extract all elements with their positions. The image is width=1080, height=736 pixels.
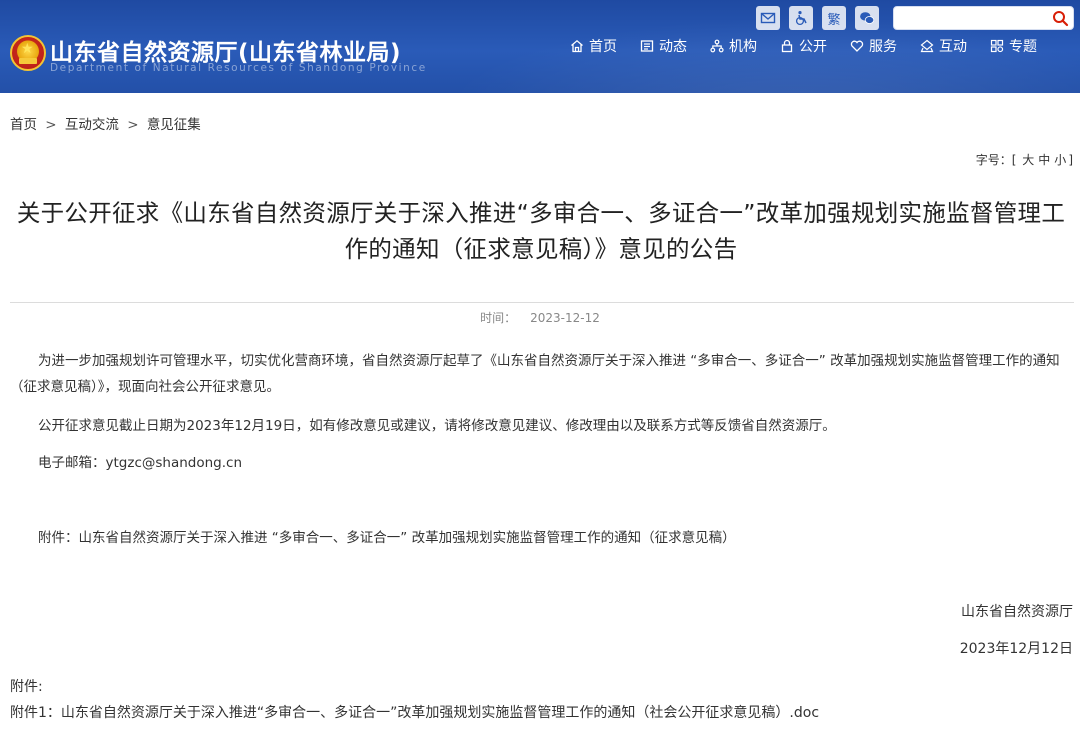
attachment-note: 附件：山东省自然资源厅关于深入推进 “多审合一、多证合一” 改革加强规划实施监督… xyxy=(38,530,736,546)
search-icon[interactable] xyxy=(1052,10,1069,27)
lock-icon xyxy=(781,39,793,53)
signature-org: 山东省自然资源厅 xyxy=(961,604,1073,620)
nav-label: 机构 xyxy=(729,39,757,55)
article-paragraph: 公开征求意见截止日期为2023年12月19日，如有修改意见或建议，请将修改意见建… xyxy=(38,418,836,434)
breadcrumb-current[interactable]: 意见征集 xyxy=(147,117,201,133)
nav-item-interact[interactable]: 互动 xyxy=(920,36,967,56)
nav-item-topic[interactable]: 专题 xyxy=(990,36,1037,56)
bracket-open: [ xyxy=(1011,153,1017,167)
news-icon xyxy=(640,40,654,52)
topic-icon xyxy=(990,39,1004,53)
nav-label: 专题 xyxy=(1009,39,1037,55)
publish-time: 时间： 2023-12-12 xyxy=(0,309,1080,326)
article-title: 关于公开征求《山东省自然资源厅关于深入推进“多审合一、多证合一”改革加强规划实施… xyxy=(16,199,1066,263)
nav-item-open[interactable]: 公开 xyxy=(780,36,827,56)
time-label: 时间： xyxy=(480,311,517,325)
search-input[interactable] xyxy=(900,9,1050,27)
interact-icon xyxy=(920,39,934,53)
font-size-small[interactable]: 小 xyxy=(1054,153,1066,167)
font-size-switcher: 字号：[ 大中小] xyxy=(976,151,1073,168)
site-subtitle: Department of Natural Resources of Shand… xyxy=(50,62,427,74)
attachment-link[interactable]: 山东省自然资源厅关于深入推进“多审合一、多证合一”改革加强规划实施监督管理工作的… xyxy=(61,705,819,721)
nav-label: 服务 xyxy=(869,39,897,55)
breadcrumb-separator: > xyxy=(45,117,57,133)
article-paragraph: 为进一步加强规划许可管理水平，切实优化营商环境，省自然资源厅起草了《山东省自然资… xyxy=(10,353,1060,395)
nav-item-service[interactable]: 服务 xyxy=(850,36,897,56)
breadcrumb-separator: > xyxy=(127,117,139,133)
wechat-icon[interactable] xyxy=(855,6,879,30)
font-size-label: 字号： xyxy=(975,153,1012,167)
nav-label: 公开 xyxy=(799,39,827,55)
font-size-medium[interactable]: 中 xyxy=(1038,153,1050,167)
attachments-heading: 附件: xyxy=(10,679,43,695)
signature-date: 2023年12月12日 xyxy=(959,641,1073,657)
site-header: ★ 山东省自然资源厅(山东省林业局) Department of Natural… xyxy=(0,0,1080,93)
nav-item-org[interactable]: 机构 xyxy=(710,36,757,56)
home-icon xyxy=(571,39,583,53)
mail-icon[interactable] xyxy=(756,6,780,30)
attachment-item: 附件1：山东省自然资源厅关于深入推进“多审合一、多证合一”改革加强规划实施监督管… xyxy=(10,702,819,722)
nav-item-home[interactable]: 首页 xyxy=(570,36,617,56)
attachment-label: 附件1： xyxy=(10,705,61,721)
main-nav: 首页 动态 机构 公开 服务 互动 专题 xyxy=(570,36,1037,56)
national-emblem-icon[interactable]: ★ xyxy=(10,35,46,71)
nav-label: 动态 xyxy=(659,39,687,55)
search-box xyxy=(893,6,1074,30)
bracket-close: ] xyxy=(1068,153,1073,167)
font-size-large[interactable]: 大 xyxy=(1022,153,1034,167)
contact-email: 电子邮箱：ytgzc@shandong.cn xyxy=(38,455,243,471)
breadcrumb: 首页 > 互动交流 > 意见征集 xyxy=(10,113,201,133)
heart-icon xyxy=(850,40,864,52)
nav-label: 互动 xyxy=(939,39,967,55)
breadcrumb-interaction[interactable]: 互动交流 xyxy=(65,117,119,133)
accessibility-icon[interactable] xyxy=(789,6,813,30)
title-divider xyxy=(10,302,1074,303)
nav-item-news[interactable]: 动态 xyxy=(640,36,687,56)
traditional-chinese-icon[interactable]: 繁 xyxy=(822,6,846,30)
org-icon xyxy=(710,39,724,53)
nav-label: 首页 xyxy=(589,39,617,55)
time-value: 2023-12-12 xyxy=(530,311,600,325)
breadcrumb-home[interactable]: 首页 xyxy=(10,117,37,133)
tool-icons: 繁 xyxy=(756,6,879,30)
